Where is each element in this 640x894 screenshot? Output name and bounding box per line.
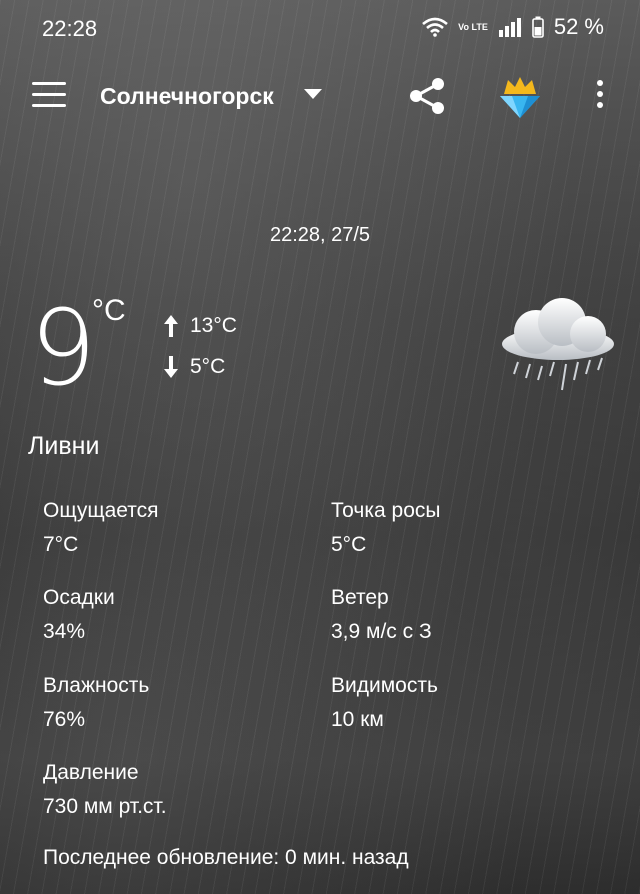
low-temperature: 5°C bbox=[164, 355, 225, 379]
detail-pressure: Давление 730 мм рт.ст. bbox=[43, 761, 167, 818]
status-icons: Vo LTE 52 % bbox=[422, 14, 604, 40]
status-bar: 22:28 Vo LTE 52 % bbox=[0, 0, 640, 56]
detail-dew-point: Точка росы 5°C bbox=[331, 499, 441, 556]
current-temperature: 9 bbox=[30, 287, 97, 409]
high-temperature: 13°C bbox=[164, 314, 237, 338]
detail-visibility: Видимость 10 км bbox=[331, 674, 438, 731]
detail-wind: Ветер 3,9 м/с с З bbox=[331, 586, 432, 643]
battery-icon bbox=[532, 16, 544, 38]
menu-icon[interactable] bbox=[32, 82, 66, 108]
wifi-icon bbox=[422, 17, 449, 37]
battery-percent: 52 % bbox=[553, 14, 604, 39]
updated-timestamp: 22:28, 27/5 bbox=[269, 224, 371, 246]
arrow-up-icon bbox=[164, 315, 178, 337]
weather-condition: Ливни bbox=[28, 432, 100, 460]
detail-humidity: Влажность 76% bbox=[43, 674, 150, 731]
premium-crown-icon[interactable] bbox=[498, 74, 542, 120]
last-update-text: Последнее обновление: 0 мин. назад bbox=[43, 846, 409, 869]
app-bar: Солнечногорск bbox=[0, 64, 640, 128]
status-time: 22:28 bbox=[42, 16, 98, 41]
rain-cloud-icon bbox=[502, 298, 614, 391]
city-selector[interactable]: Солнечногорск bbox=[100, 83, 274, 110]
detail-feels-like: Ощущается 7°C bbox=[43, 499, 159, 556]
detail-precipitation: Осадки 34% bbox=[43, 586, 115, 643]
share-icon[interactable] bbox=[408, 78, 446, 114]
signal-icon bbox=[498, 18, 521, 37]
temperature-unit: °C bbox=[92, 294, 126, 327]
more-icon[interactable] bbox=[594, 80, 606, 112]
volte-icon: Vo LTE bbox=[458, 21, 488, 32]
dropdown-icon[interactable] bbox=[304, 89, 322, 99]
arrow-down-icon bbox=[164, 356, 178, 378]
